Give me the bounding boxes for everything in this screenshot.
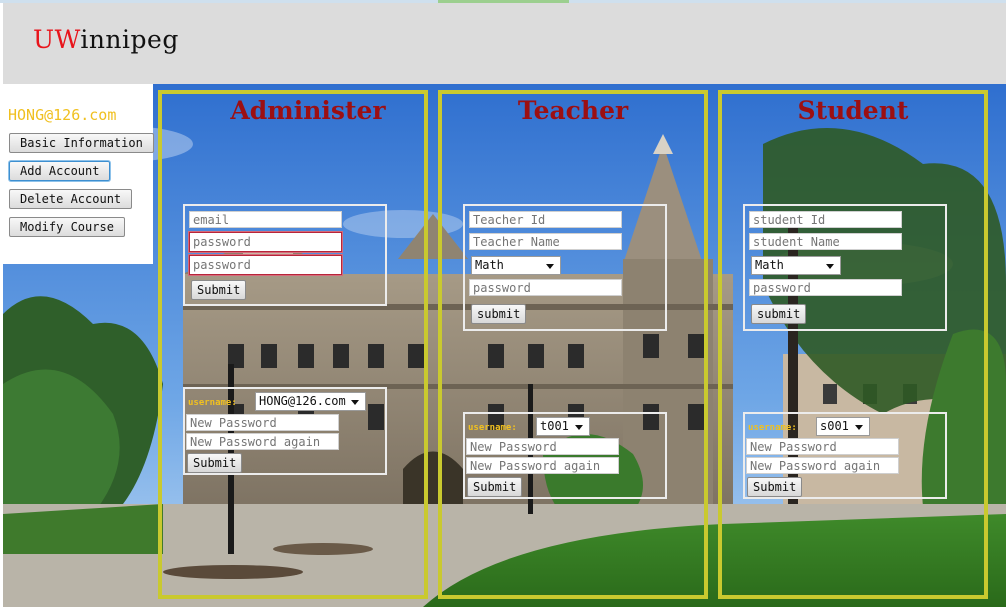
student-password-input[interactable] [749, 279, 902, 296]
student-panel-title: Student [797, 96, 909, 125]
admin-password-input[interactable] [189, 232, 342, 252]
student-id-input[interactable] [749, 211, 902, 228]
current-user-email: HONG@126.com [8, 106, 117, 124]
chevron-down-icon [546, 264, 554, 269]
chevron-down-icon [826, 264, 834, 269]
teacher-add-form: Math submit [463, 204, 667, 331]
brand-prefix: UW [33, 25, 81, 54]
teacher-id-input[interactable] [469, 211, 622, 228]
teacher-new-password-again-input[interactable] [466, 457, 619, 474]
teacher-course-select[interactable]: Math [471, 256, 561, 275]
student-course-select[interactable]: Math [751, 256, 841, 275]
admin-new-password-again-input[interactable] [186, 433, 339, 450]
chevron-down-icon [855, 425, 863, 430]
admin-add-form: Submit [183, 204, 387, 306]
teacher-password-input[interactable] [469, 279, 622, 296]
brand-rest: innipeg [80, 25, 179, 54]
teacher-new-password-input[interactable] [466, 438, 619, 455]
teacher-course-value: Math [475, 258, 504, 272]
student-reset-form: username: s001 Submit [743, 412, 947, 499]
teacher-reset-form: username: t001 Submit [463, 412, 667, 499]
teacher-username-value: t001 [540, 419, 569, 433]
administer-panel-title: Administer [230, 96, 386, 125]
student-username-value: s001 [820, 419, 849, 433]
teacher-add-submit-button[interactable]: submit [471, 304, 527, 324]
teacher-name-input[interactable] [469, 233, 622, 250]
teacher-panel [438, 90, 708, 599]
chevron-down-icon [575, 425, 583, 430]
admin-new-password-input[interactable] [186, 414, 339, 431]
sidebar-nav: HONG@126.com Basic Information Add Accou… [3, 84, 154, 264]
sidebar-item-add-account[interactable]: Add Account [9, 161, 111, 181]
sidebar-item-modify-course[interactable]: Modify Course [9, 217, 125, 237]
admin-email-input[interactable] [189, 211, 342, 228]
student-new-password-input[interactable] [746, 438, 899, 455]
site-header: UWinnipeg [3, 3, 1006, 84]
chevron-down-icon [351, 400, 359, 405]
admin-password-confirm-input[interactable] [189, 255, 342, 275]
sidebar-item-delete-account[interactable]: Delete Account [9, 189, 133, 209]
administer-panel [158, 90, 428, 599]
admin-add-submit-button[interactable]: Submit [191, 280, 247, 300]
teacher-panel-title: Teacher [517, 96, 629, 125]
teacher-reset-submit-button[interactable]: Submit [467, 477, 523, 497]
student-add-form: Math submit [743, 204, 947, 331]
student-username-label: username: [748, 423, 797, 433]
admin-username-select[interactable]: HONG@126.com [255, 392, 366, 411]
student-username-select[interactable]: s001 [816, 417, 870, 436]
student-new-password-again-input[interactable] [746, 457, 899, 474]
student-add-submit-button[interactable]: submit [751, 304, 807, 324]
admin-reset-form: username: HONG@126.com Submit [183, 387, 387, 475]
admin-username-value: HONG@126.com [259, 394, 346, 408]
admin-reset-submit-button[interactable]: Submit [187, 453, 243, 473]
sidebar-item-basic-information[interactable]: Basic Information [9, 133, 154, 153]
admin-username-label: username: [188, 398, 237, 408]
student-course-value: Math [755, 258, 784, 272]
student-name-input[interactable] [749, 233, 902, 250]
teacher-username-select[interactable]: t001 [536, 417, 590, 436]
student-reset-submit-button[interactable]: Submit [747, 477, 803, 497]
site-logo[interactable]: UWinnipeg [33, 25, 179, 54]
teacher-username-label: username: [468, 423, 517, 433]
student-panel [718, 90, 988, 599]
